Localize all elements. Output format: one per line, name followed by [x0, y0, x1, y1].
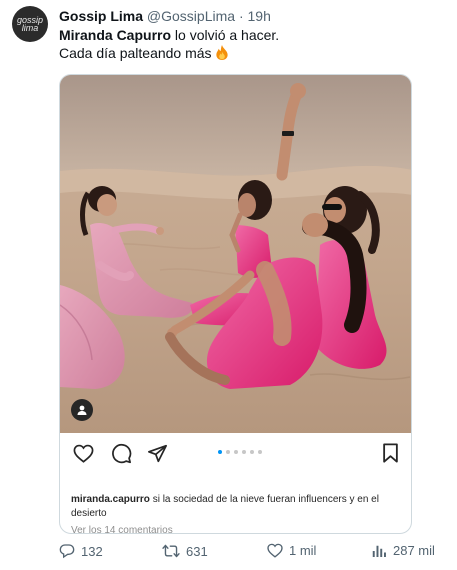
views-button[interactable]: 287 mil: [372, 543, 435, 558]
carousel-dot: [226, 450, 230, 454]
bookmark-icon[interactable]: [378, 441, 402, 465]
like-button[interactable]: 1 mil: [267, 543, 316, 558]
tweet-text-rest: lo volvió a hacer.: [171, 27, 280, 43]
retweet-icon: [162, 544, 180, 558]
carousel-dot: [234, 450, 238, 454]
carousel-dot: [242, 450, 246, 454]
fire-icon: [215, 45, 228, 60]
caption-username[interactable]: miranda.capurro: [71, 494, 150, 505]
retweet-button[interactable]: 631: [162, 543, 208, 559]
like-heart-icon[interactable]: [71, 441, 95, 465]
tweet-engagement-bar: 132 631 1 mil 287 mil: [59, 543, 439, 563]
share-send-icon[interactable]: [145, 441, 169, 465]
post-photo[interactable]: [60, 75, 412, 433]
heart-icon: [267, 543, 283, 558]
retweet-count: 631: [186, 543, 208, 559]
like-count: 1 mil: [289, 543, 317, 558]
views-count: 287 mil: [393, 543, 435, 558]
author-handle[interactable]: @GossipLima: [147, 8, 235, 24]
carousel-dot: [218, 450, 222, 454]
tagged-user-icon[interactable]: [71, 399, 93, 421]
views-chart-icon: [372, 545, 386, 557]
carousel-dot: [258, 450, 262, 454]
instagram-action-bar: [60, 433, 411, 473]
timestamp[interactable]: 19h: [248, 8, 271, 24]
post-caption: miranda.capurro si la sociedad de la nie…: [71, 493, 393, 521]
comment-bubble-icon[interactable]: [109, 441, 133, 465]
carousel-indicator: [218, 450, 262, 454]
separator-dot: ·: [238, 8, 244, 24]
carousel-dot: [250, 450, 254, 454]
avatar[interactable]: gossip lima: [12, 6, 48, 42]
instagram-embed-card[interactable]: miranda.capurro si la sociedad de la nie…: [59, 74, 412, 534]
tweet-header: Gossip Lima @GossipLima · 19h: [59, 7, 449, 25]
tweet-text-line-2: Cada día palteando más: [59, 44, 447, 62]
reply-count: 132: [81, 543, 103, 559]
reply-bubble-icon: [59, 544, 75, 559]
mentioned-name: Miranda Capurro: [59, 27, 172, 43]
view-comments-link[interactable]: Ver los 14 comentarios: [71, 525, 173, 533]
person-icon: [77, 405, 87, 415]
author-name[interactable]: Gossip Lima: [59, 8, 143, 24]
tweet-text-line2: Cada día palteando más: [59, 45, 212, 61]
reply-button[interactable]: 132: [59, 543, 103, 559]
tweet-text-line-1: Miranda Capurro lo volvió a hacer.: [59, 26, 447, 44]
tweet-text: Miranda Capurro lo volvió a hacer. Cada …: [59, 26, 447, 62]
avatar-logo-text-2: lima: [21, 23, 39, 33]
